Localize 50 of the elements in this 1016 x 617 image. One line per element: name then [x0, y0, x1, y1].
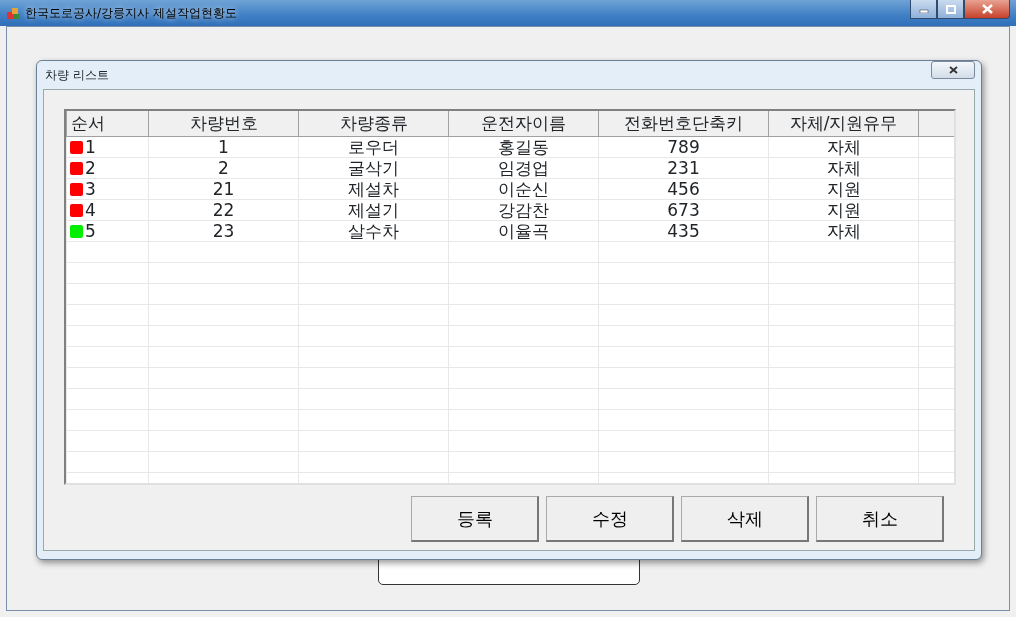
table-cell: 굴삭기	[298, 157, 449, 178]
table-cell: 4	[85, 199, 96, 220]
table-cell: 3	[85, 178, 96, 199]
column-header[interactable]: 자체/지원유무	[768, 111, 919, 136]
dialog-button[interactable]: 삭제	[681, 496, 809, 542]
table-cell: 1	[148, 136, 299, 157]
table-cell: 2	[148, 157, 299, 178]
maximize-button[interactable]	[937, 0, 964, 19]
table-cell: 자체	[768, 220, 919, 241]
column-header[interactable]: 차량번호	[148, 111, 299, 136]
table-cell: 자체	[768, 136, 919, 157]
table-cell: 강감찬	[448, 199, 599, 220]
table-cell: 456	[598, 178, 769, 199]
window-title: 한국도로공사/강릉지사 제설작업현황도	[25, 5, 237, 22]
close-button[interactable]	[964, 0, 1010, 19]
table-cell: 22	[148, 199, 299, 220]
column-header[interactable]: 전화번호단축키	[598, 111, 769, 136]
column-header[interactable]: 운전자이름	[448, 111, 599, 136]
table-cell: 제설차	[298, 178, 449, 199]
table-cell: 673	[598, 199, 769, 220]
maximize-icon	[945, 4, 956, 14]
table-cell: 로우더	[298, 136, 449, 157]
table-cell: 2	[85, 157, 96, 178]
table-cell: 지원	[768, 178, 919, 199]
minimize-button[interactable]	[910, 0, 937, 19]
table-cell: 이율곡	[448, 220, 599, 241]
dialog-title: 차량 리스트	[45, 67, 109, 84]
dialog-button[interactable]: 등록	[411, 496, 539, 542]
table-cell: 홍길동	[448, 136, 599, 157]
close-icon	[948, 66, 958, 74]
table-cell: 5	[85, 220, 96, 241]
column-header[interactable]: 차량종류	[298, 111, 449, 136]
dialog-button[interactable]: 수정	[546, 496, 674, 542]
table-cell: 231	[598, 157, 769, 178]
table-cell: 23	[148, 220, 299, 241]
table-cell: 21	[148, 178, 299, 199]
table-cell: 임경업	[448, 157, 599, 178]
close-icon	[981, 4, 993, 14]
close-button[interactable]	[931, 61, 975, 79]
table-cell: 789	[598, 136, 769, 157]
dialog-button[interactable]: 취소	[816, 496, 944, 542]
table-cell: 자체	[768, 157, 919, 178]
table-cell: 제설기	[298, 199, 449, 220]
table-cell: 1	[85, 136, 96, 157]
column-header[interactable]: 순서	[66, 111, 149, 136]
table-cell: 435	[598, 220, 769, 241]
table-cell: 이순신	[448, 178, 599, 199]
table-cell: 살수차	[298, 220, 449, 241]
table-cell: 지원	[768, 199, 919, 220]
app-icon	[6, 6, 20, 20]
